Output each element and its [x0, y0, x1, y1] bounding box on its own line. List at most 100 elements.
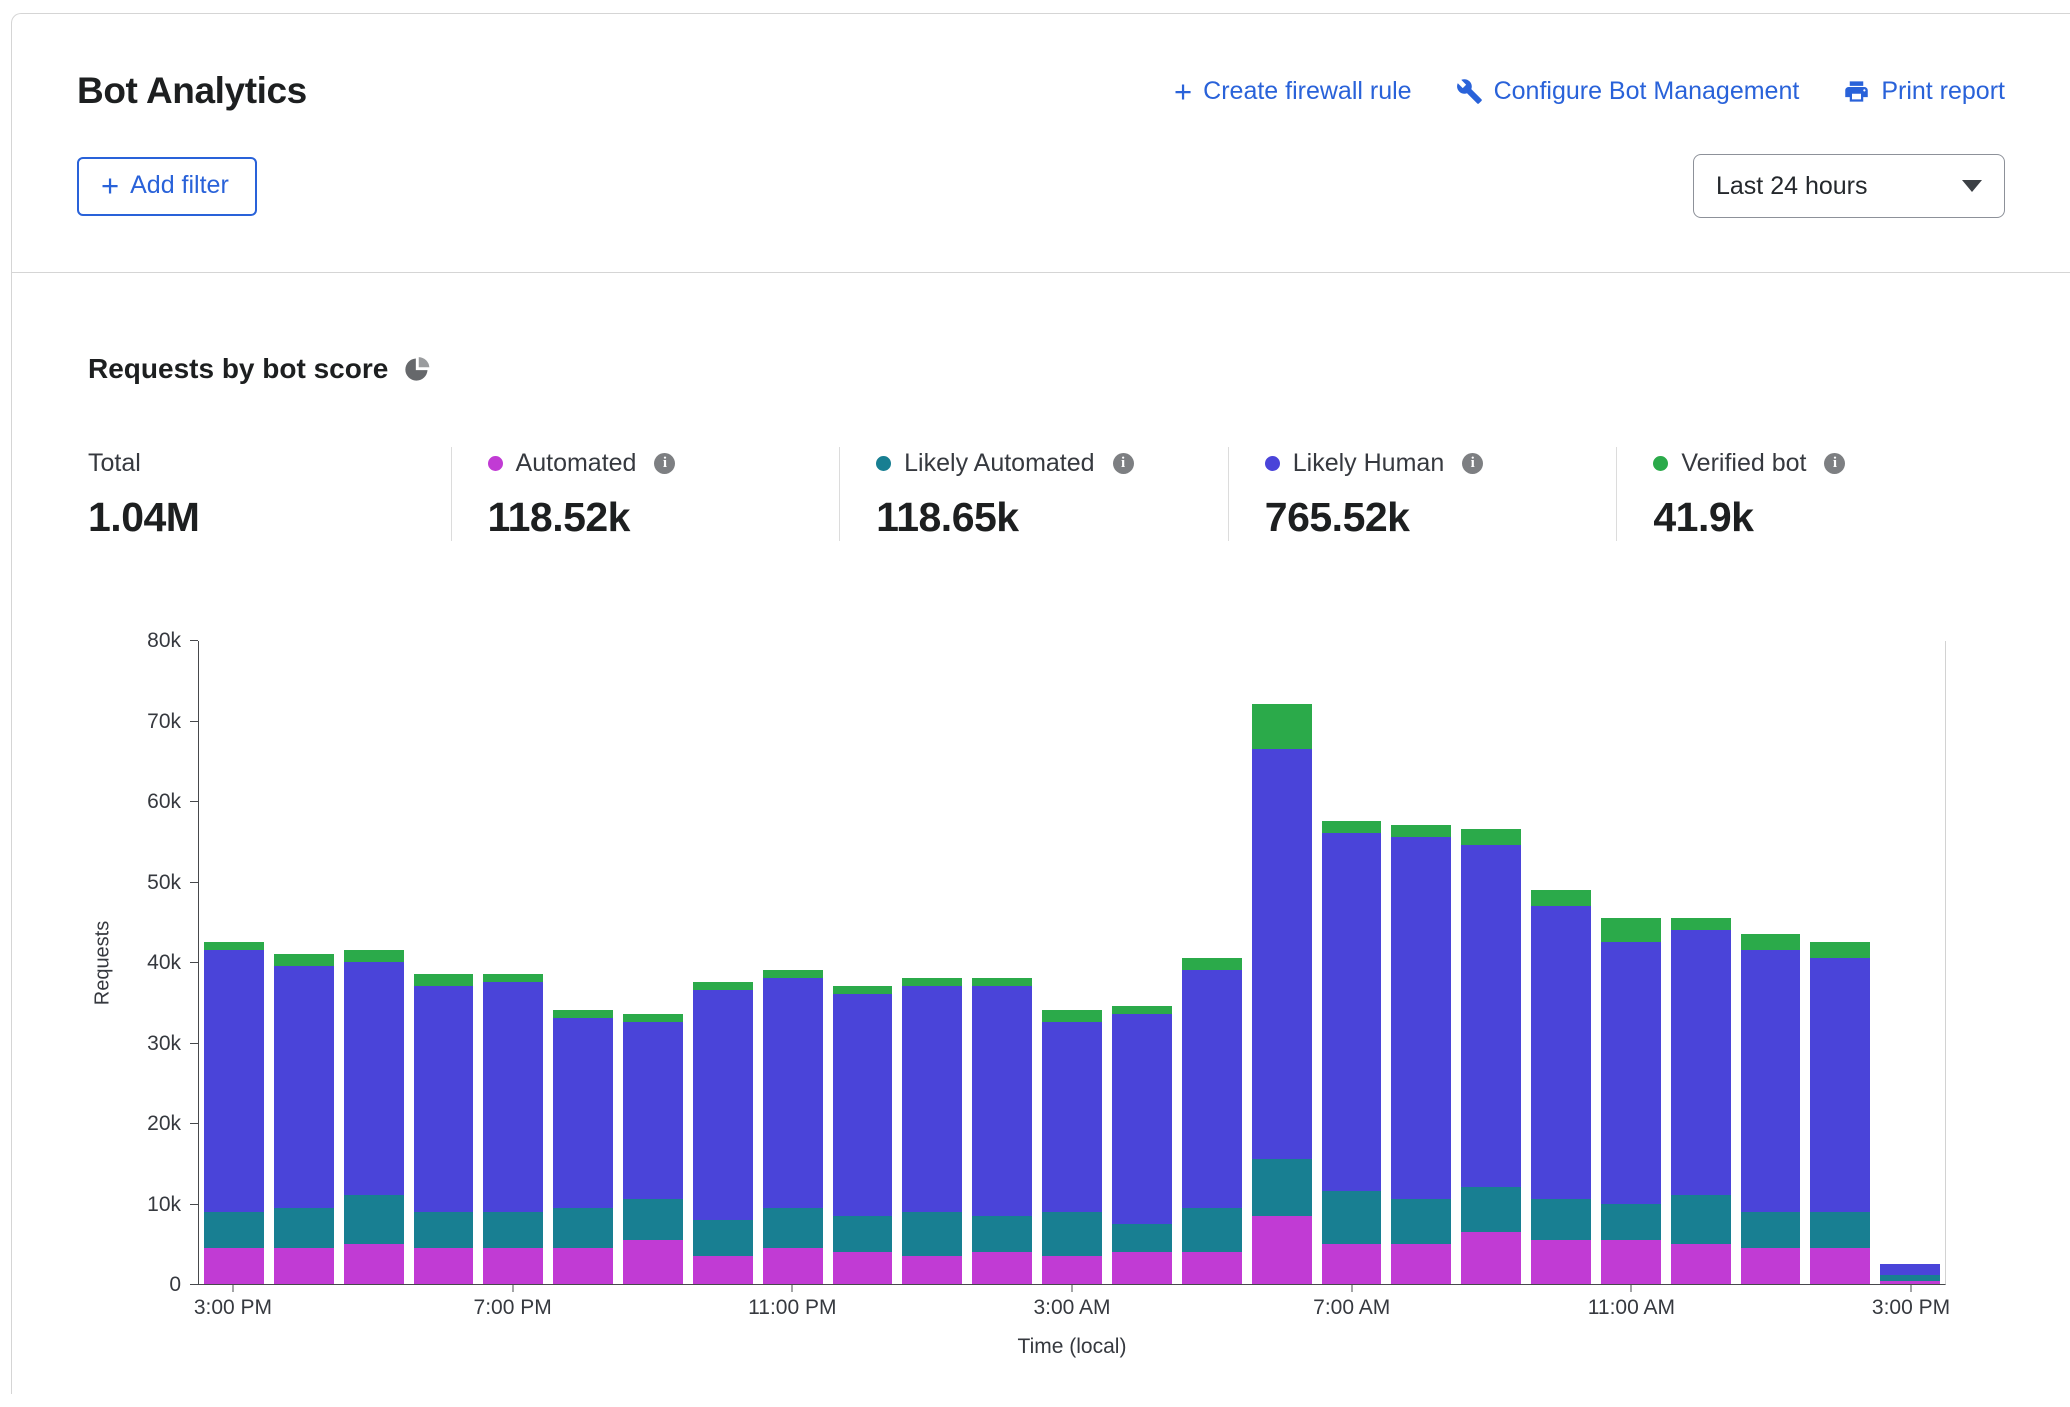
info-icon[interactable]	[1462, 453, 1483, 474]
info-icon[interactable]	[1113, 453, 1134, 474]
y-tick-label: 10k	[147, 1192, 181, 1218]
bar-segment-verified-bot	[902, 978, 962, 986]
stacked-bar[interactable]	[1671, 918, 1731, 1284]
bar-segment-verified-bot	[693, 982, 753, 990]
info-icon[interactable]	[1824, 453, 1845, 474]
stat-likely-automated-label: Likely Automated	[904, 449, 1094, 478]
bar-segment-likely-automated	[833, 1216, 893, 1252]
bar-slot	[1247, 641, 1317, 1284]
bar-segment-likely-automated	[1810, 1212, 1870, 1248]
bar-segment-automated	[1391, 1244, 1451, 1284]
bar-segment-automated	[1810, 1248, 1870, 1284]
stacked-bar[interactable]	[344, 950, 404, 1284]
bar-slot	[1386, 641, 1456, 1284]
plus-icon: +	[101, 170, 119, 201]
stacked-bar[interactable]	[1112, 1006, 1172, 1284]
bar-segment-verified-bot	[1810, 942, 1870, 958]
bar-slot	[1805, 641, 1875, 1284]
bar-slot	[1037, 641, 1107, 1284]
stacked-bar[interactable]	[274, 954, 334, 1284]
bar-segment-likely-human	[344, 962, 404, 1195]
bar-slot	[409, 641, 479, 1284]
create-firewall-rule-link[interactable]: + Create firewall rule	[1174, 76, 1412, 107]
stacked-bar[interactable]	[1531, 890, 1591, 1284]
bar-slot	[548, 641, 618, 1284]
bar-segment-likely-automated	[763, 1208, 823, 1248]
stacked-bar[interactable]	[1880, 1264, 1940, 1284]
y-tickmark	[190, 801, 198, 802]
bar-segment-likely-human	[1391, 837, 1451, 1199]
bar-segment-automated	[483, 1248, 543, 1284]
likely-human-legend-dot	[1265, 456, 1280, 471]
bar-segment-verified-bot	[1601, 918, 1661, 942]
stacked-bar[interactable]	[902, 978, 962, 1284]
stacked-bar[interactable]	[1601, 918, 1661, 1284]
info-icon[interactable]	[654, 453, 675, 474]
y-tickmark	[190, 1043, 198, 1044]
configure-bot-management-link[interactable]: Configure Bot Management	[1456, 77, 1800, 106]
y-tick-label: 40k	[147, 950, 181, 976]
x-axis: 3:00 PM7:00 PM11:00 PM3:00 AM7:00 AM11:0…	[198, 1285, 1946, 1331]
configure-bot-management-label: Configure Bot Management	[1494, 77, 1800, 106]
bar-segment-automated	[1671, 1244, 1731, 1284]
bar-slot	[688, 641, 758, 1284]
x-tick-label: 3:00 AM	[1033, 1296, 1110, 1320]
stacked-bar[interactable]	[763, 970, 823, 1284]
header: Bot Analytics + Create firewall rule Con…	[12, 14, 2070, 273]
bar-segment-likely-automated	[344, 1195, 404, 1243]
bar-slot	[1736, 641, 1806, 1284]
time-range-dropdown[interactable]: Last 24 hours	[1693, 154, 2005, 218]
stacked-bar[interactable]	[1391, 825, 1451, 1284]
y-tick-label: 20k	[147, 1111, 181, 1137]
bar-segment-likely-automated	[972, 1216, 1032, 1252]
verified-bot-legend-dot	[1653, 456, 1668, 471]
bar-segment-automated	[623, 1240, 683, 1284]
stat-likely-human-value: 765.52k	[1265, 494, 1617, 541]
stacked-bar[interactable]	[693, 982, 753, 1284]
x-tick-label: 7:00 PM	[474, 1296, 552, 1320]
bar-segment-likely-automated	[1322, 1191, 1382, 1243]
bar-segment-automated	[972, 1252, 1032, 1284]
section-header: Requests by bot score	[88, 353, 2070, 385]
bar-segment-likely-human	[972, 986, 1032, 1215]
stacked-bar[interactable]	[414, 974, 474, 1284]
pie-chart-icon	[403, 355, 431, 383]
add-filter-button[interactable]: + Add filter	[77, 157, 257, 216]
stacked-bar[interactable]	[972, 978, 1032, 1284]
bar-segment-verified-bot	[1741, 934, 1801, 950]
bar-segment-verified-bot	[1112, 1006, 1172, 1014]
bar-slot	[828, 641, 898, 1284]
bar-segment-likely-human	[204, 950, 264, 1212]
stacked-bar[interactable]	[833, 986, 893, 1284]
stacked-bar[interactable]	[1741, 934, 1801, 1284]
bar-segment-likely-human	[623, 1022, 683, 1199]
bar-segment-likely-automated	[274, 1208, 334, 1248]
requests-by-bot-score-chart: Requests 010k20k30k40k50k60k70k80k 3:00 …	[88, 641, 1946, 1359]
bar-segment-likely-human	[1322, 833, 1382, 1191]
bar-segment-likely-human	[1810, 958, 1870, 1212]
stacked-bar[interactable]	[623, 1014, 683, 1284]
bar-segment-verified-bot	[414, 974, 474, 986]
bar-slot	[1596, 641, 1666, 1284]
stat-automated-value: 118.52k	[488, 494, 840, 541]
stacked-bar[interactable]	[483, 974, 543, 1284]
stacked-bar[interactable]	[1461, 829, 1521, 1284]
stacked-bar[interactable]	[553, 1010, 613, 1284]
stacked-bar[interactable]	[1182, 958, 1242, 1284]
stacked-bar[interactable]	[204, 942, 264, 1284]
stacked-bar[interactable]	[1322, 821, 1382, 1284]
bar-slot	[967, 641, 1037, 1284]
content: Requests by bot score Total 1.04M Automa…	[12, 273, 2070, 1359]
chevron-down-icon	[1962, 180, 1982, 192]
stacked-bar[interactable]	[1252, 704, 1312, 1284]
y-tickmark	[190, 721, 198, 722]
bar-segment-likely-human	[1671, 930, 1731, 1196]
page-title: Bot Analytics	[77, 70, 307, 112]
stacked-bar[interactable]	[1042, 1010, 1102, 1284]
print-report-link[interactable]: Print report	[1843, 77, 2005, 106]
print-report-label: Print report	[1881, 77, 2005, 106]
stacked-bar[interactable]	[1810, 942, 1870, 1284]
y-tick-label: 0	[169, 1272, 181, 1298]
y-tick-label: 80k	[147, 628, 181, 654]
bar-segment-likely-automated	[1182, 1208, 1242, 1252]
